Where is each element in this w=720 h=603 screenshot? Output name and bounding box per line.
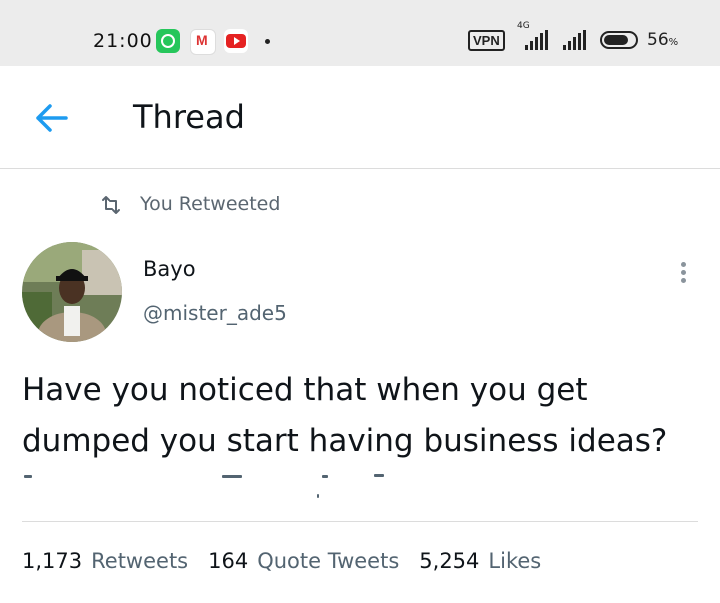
tweet-stats: 1,173 Retweets 164 Quote Tweets 5,254 Likes: [22, 549, 561, 573]
retweet-icon: [102, 196, 120, 214]
back-button[interactable]: [30, 96, 70, 140]
retweet-context-label: You Retweeted: [140, 193, 281, 215]
retweets-label: Retweets: [91, 549, 189, 573]
retweets-stat[interactable]: 1,173 Retweets: [22, 549, 208, 573]
more-options-button[interactable]: [674, 260, 692, 286]
signal-icon: [525, 30, 550, 50]
author-handle[interactable]: @mister_ade5: [143, 301, 287, 325]
notification-dot: [265, 39, 270, 44]
whatsapp-icon: [156, 29, 180, 53]
likes-label: Likes: [488, 549, 542, 573]
vpn-indicator: VPN: [468, 30, 505, 51]
tweet-text: Have you noticed that when you get dumpe…: [22, 372, 668, 459]
divider: [0, 168, 720, 169]
quote-tweets-stat[interactable]: 164 Quote Tweets: [208, 549, 419, 573]
signal-icon: [563, 30, 588, 50]
likes-stat[interactable]: 5,254 Likes: [419, 549, 561, 573]
battery-percent: 56%: [647, 30, 679, 50]
page-title: Thread: [133, 98, 245, 136]
more-vertical-icon: [674, 262, 692, 283]
retweets-count: 1,173: [22, 549, 83, 573]
avatar-image: [22, 242, 122, 342]
arrow-left-icon: [36, 104, 68, 132]
youtube-icon: [224, 29, 248, 53]
avatar[interactable]: [22, 242, 122, 342]
gmail-icon: M: [190, 29, 216, 55]
divider: [22, 521, 698, 522]
status-bar: 21:00 M VPN 4G 56%: [0, 0, 720, 66]
quote-tweets-label: Quote Tweets: [257, 549, 400, 573]
status-time: 21:00: [93, 30, 153, 52]
quote-tweets-count: 164: [208, 549, 249, 573]
author-name[interactable]: Bayo: [143, 257, 196, 281]
battery-icon: [600, 31, 638, 49]
likes-count: 5,254: [419, 549, 480, 573]
translate-link-cropped[interactable]: [22, 470, 402, 498]
